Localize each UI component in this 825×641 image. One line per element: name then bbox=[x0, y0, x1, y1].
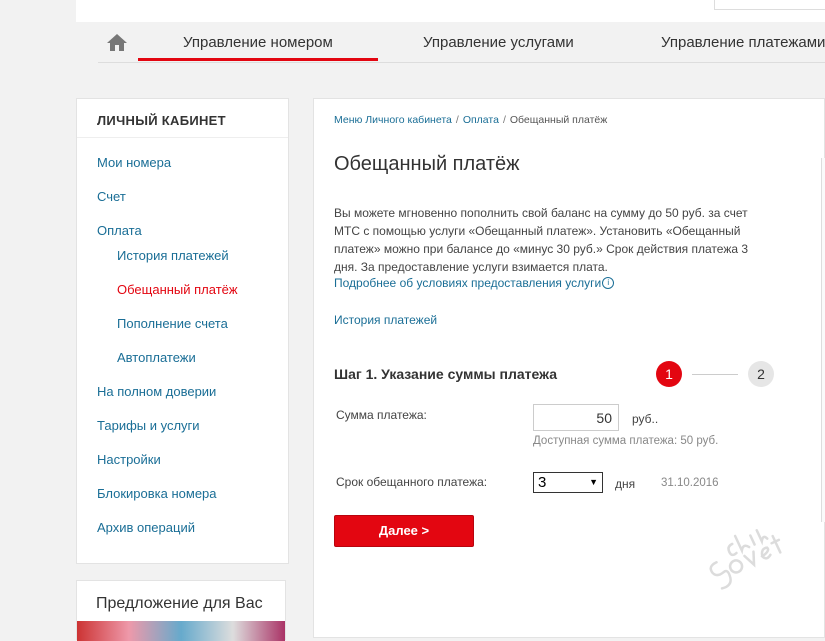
sidebar-item-account[interactable]: Счет bbox=[97, 189, 126, 204]
sidebar-item-tariffs[interactable]: Тарифы и услуги bbox=[97, 418, 200, 433]
watermark-logo bbox=[694, 520, 794, 590]
available-amount-hint: Доступная сумма платежа: 50 руб. bbox=[533, 435, 719, 447]
sidebar-item-full-trust[interactable]: На полном доверии bbox=[97, 384, 216, 399]
home-icon[interactable] bbox=[106, 32, 128, 52]
right-panel-edge bbox=[821, 158, 825, 522]
page-title: Обещанный платёж bbox=[334, 153, 520, 175]
payment-history-link[interactable]: История платежей bbox=[334, 313, 437, 327]
offer-banner-image[interactable] bbox=[77, 621, 285, 641]
offer-title: Предложение для Вас bbox=[96, 595, 263, 612]
breadcrumb-cabinet-menu[interactable]: Меню Личного кабинета bbox=[334, 114, 452, 126]
sidebar-item-my-numbers[interactable]: Мои номера bbox=[97, 155, 171, 170]
amount-label: Сумма платежа: bbox=[336, 408, 427, 422]
breadcrumb-current: Обещанный платёж bbox=[509, 114, 608, 126]
amount-unit: руб.. bbox=[632, 412, 659, 426]
breadcrumb-separator: / bbox=[502, 114, 506, 126]
tab-payments-management[interactable]: Управление платежами bbox=[661, 34, 825, 51]
step-indicator-current: 1 bbox=[656, 361, 682, 387]
sidebar: ЛИЧНЫЙ КАБИНЕТ Мои номера Счет Оплата Ис… bbox=[76, 98, 289, 564]
service-description: Вы можете мгновенно пополнить свой балан… bbox=[334, 206, 749, 274]
balance-widget bbox=[714, 0, 825, 10]
term-label: Срок обещанного платежа: bbox=[336, 475, 488, 489]
terms-link[interactable]: Подробнее об условиях предоставления усл… bbox=[334, 276, 615, 290]
tab-number-management[interactable]: Управление номером bbox=[183, 34, 333, 51]
term-select-value: 3 bbox=[538, 474, 547, 491]
breadcrumb-payment[interactable]: Оплата bbox=[463, 114, 499, 126]
step-indicator-next: 2 bbox=[748, 361, 774, 387]
info-icon[interactable]: i bbox=[602, 277, 615, 289]
sidebar-item-top-up[interactable]: Пополнение счета bbox=[117, 316, 228, 331]
terms-link-text[interactable]: Подробнее об условиях предоставления усл… bbox=[334, 276, 601, 290]
step-connector bbox=[692, 374, 738, 375]
sidebar-item-settings[interactable]: Настройки bbox=[97, 452, 161, 467]
term-end-date: 31.10.2016 bbox=[661, 477, 719, 489]
sidebar-title: ЛИЧНЫЙ КАБИНЕТ bbox=[97, 113, 226, 128]
sidebar-item-block-number[interactable]: Блокировка номера bbox=[97, 486, 217, 501]
sidebar-item-payment-history[interactable]: История платежей bbox=[117, 248, 229, 263]
active-tab-indicator bbox=[138, 58, 378, 61]
sidebar-item-promised-payment[interactable]: Обещанный платёж bbox=[117, 282, 238, 297]
amount-input[interactable] bbox=[533, 404, 619, 431]
main-nav: Управление номером Управление услугами У… bbox=[98, 22, 825, 63]
tab-services-management[interactable]: Управление услугами bbox=[423, 34, 574, 51]
term-select[interactable]: 3 ▼ bbox=[533, 472, 603, 493]
sidebar-item-operations-archive[interactable]: Архив операций bbox=[97, 520, 195, 535]
breadcrumb-separator: / bbox=[455, 114, 459, 126]
term-unit: дня bbox=[615, 477, 636, 491]
sidebar-divider bbox=[77, 137, 288, 138]
top-bar bbox=[76, 0, 825, 22]
breadcrumb: Меню Личного кабинета / Оплата / Обещанный п… bbox=[334, 114, 607, 126]
next-button[interactable]: Далее > bbox=[334, 515, 474, 547]
sidebar-item-autopayments[interactable]: Автоплатежи bbox=[117, 350, 196, 365]
sidebar-item-payment[interactable]: Оплата bbox=[97, 223, 142, 238]
step-title: Шаг 1. Указание суммы платежа bbox=[334, 366, 558, 382]
chevron-down-icon[interactable]: ▼ bbox=[589, 473, 598, 492]
offer-panel: Предложение для Вас bbox=[76, 580, 286, 641]
